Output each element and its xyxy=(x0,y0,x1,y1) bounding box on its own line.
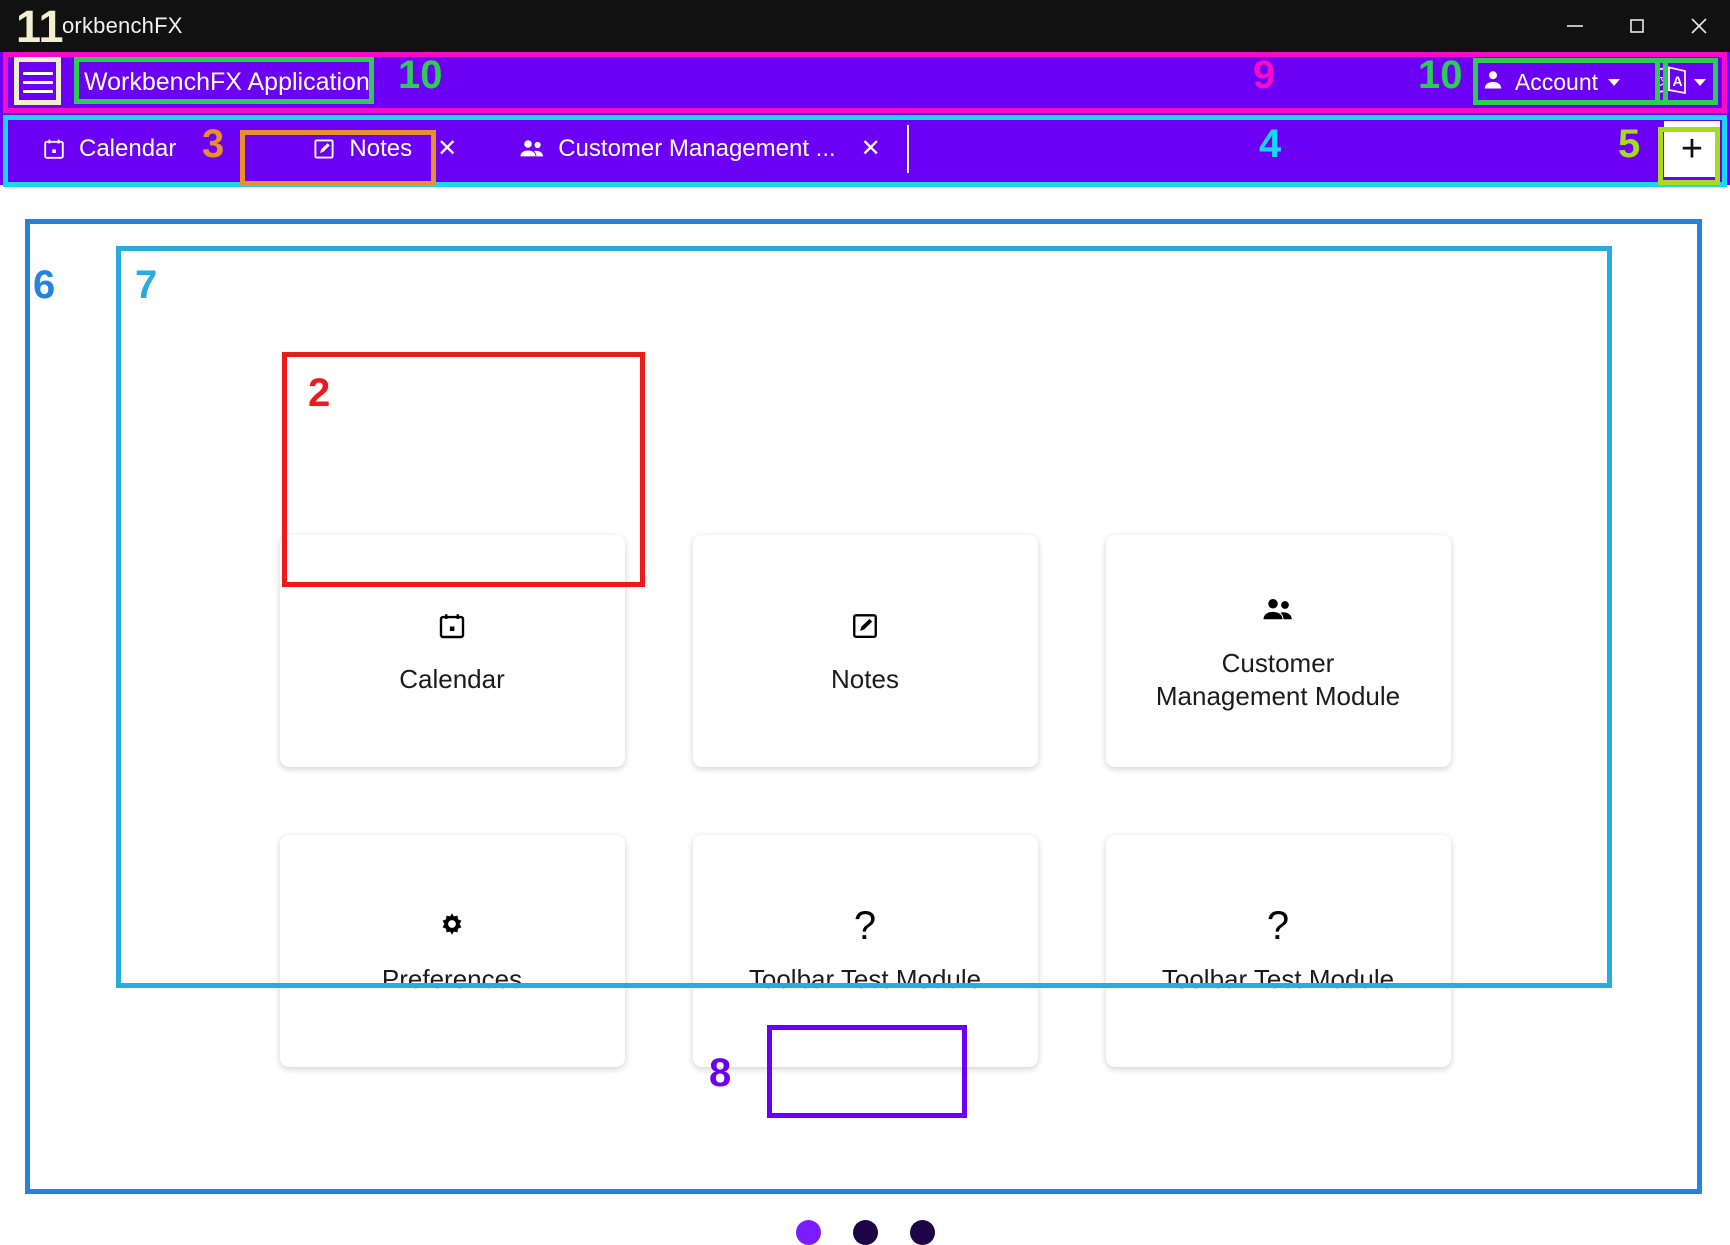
module-tile-label: Customer Management Module xyxy=(1155,647,1401,711)
module-tile-customer-management[interactable]: Customer Management Module xyxy=(1105,535,1451,767)
maximize-button[interactable] xyxy=(1606,0,1668,52)
tab-notes[interactable]: Notes ✕ xyxy=(292,113,477,185)
add-tab-button[interactable]: + xyxy=(1664,121,1720,177)
window-controls xyxy=(1544,0,1730,52)
account-label: Account xyxy=(1514,69,1598,95)
home-module-grid: Calendar Notes Customer Management Modul… xyxy=(118,433,1612,1173)
main-content-area: Calendar Notes Customer Management Modul… xyxy=(0,185,1730,1245)
calendar-icon xyxy=(42,137,66,161)
note-edit-icon xyxy=(850,605,880,647)
hamburger-bar xyxy=(23,72,53,75)
module-tile-label: Toolbar Test Module xyxy=(748,964,982,995)
pagination-dots xyxy=(0,1220,1730,1245)
app-toolbar: WorkbenchFX Application Account 文 A xyxy=(0,52,1730,113)
module-tiles: Calendar Notes Customer Management Modul… xyxy=(118,433,1612,1067)
chevron-down-icon xyxy=(1694,79,1706,86)
module-tile-label: Preferences xyxy=(381,964,523,995)
tab-label: Notes xyxy=(349,135,413,162)
svg-text:A: A xyxy=(1673,73,1683,89)
tab-close-icon[interactable]: ✕ xyxy=(861,137,881,161)
module-tile-calendar[interactable]: Calendar xyxy=(279,535,625,767)
person-icon xyxy=(1481,68,1505,98)
calendar-icon xyxy=(437,605,467,647)
translate-icon: 文 A xyxy=(1654,65,1688,100)
gear-icon xyxy=(437,905,467,947)
module-tile-toolbar-test-2[interactable]: ? Toolbar Test Module xyxy=(1105,835,1451,1067)
module-tile-label: Toolbar Test Module xyxy=(1161,964,1395,995)
hamburger-menu-icon[interactable] xyxy=(16,63,60,103)
close-button[interactable] xyxy=(1668,0,1730,52)
os-titlebar: orkbenchFX xyxy=(0,0,1730,52)
toolbar-right-group: Account 文 A xyxy=(1469,61,1730,104)
tab-label: Customer Management ... xyxy=(558,135,836,162)
hamburger-bar xyxy=(23,81,53,84)
question-mark-icon: ? xyxy=(1266,903,1290,948)
module-tile-label: Notes xyxy=(831,664,899,695)
tab-label: Calendar xyxy=(79,135,177,162)
note-edit-icon xyxy=(312,137,336,161)
hamburger-bar xyxy=(23,90,53,93)
people-icon xyxy=(1260,589,1296,631)
tab-separator xyxy=(906,125,909,173)
minimize-button[interactable] xyxy=(1544,0,1606,52)
people-icon xyxy=(519,137,545,161)
module-tile-notes[interactable]: Notes xyxy=(692,535,1038,767)
window-title: orkbenchFX xyxy=(62,13,183,38)
svg-text:文: 文 xyxy=(1658,73,1670,88)
pagination-dot-1[interactable] xyxy=(795,1220,821,1245)
chevron-down-icon xyxy=(1608,79,1620,86)
tab-close-icon[interactable]: ✕ xyxy=(437,137,457,161)
module-tile-preferences[interactable]: Preferences xyxy=(279,835,625,1067)
module-tile-toolbar-test-1[interactable]: ? Toolbar Test Module xyxy=(692,835,1038,1067)
question-mark-icon: ? xyxy=(853,903,877,948)
pagination-dot-3[interactable] xyxy=(909,1220,935,1245)
account-button[interactable]: Account xyxy=(1469,64,1632,102)
tab-bar: Calendar Notes ✕ Customer Management ...… xyxy=(0,113,1730,185)
module-tile-label: Calendar xyxy=(399,664,505,695)
pagination-dot-2[interactable] xyxy=(852,1220,878,1245)
tab-customer-management[interactable]: Customer Management ... ✕ xyxy=(499,113,901,185)
tab-calendar[interactable]: Calendar xyxy=(22,113,196,185)
app-title: WorkbenchFX Application xyxy=(84,68,370,96)
language-button[interactable]: 文 A xyxy=(1646,61,1714,104)
